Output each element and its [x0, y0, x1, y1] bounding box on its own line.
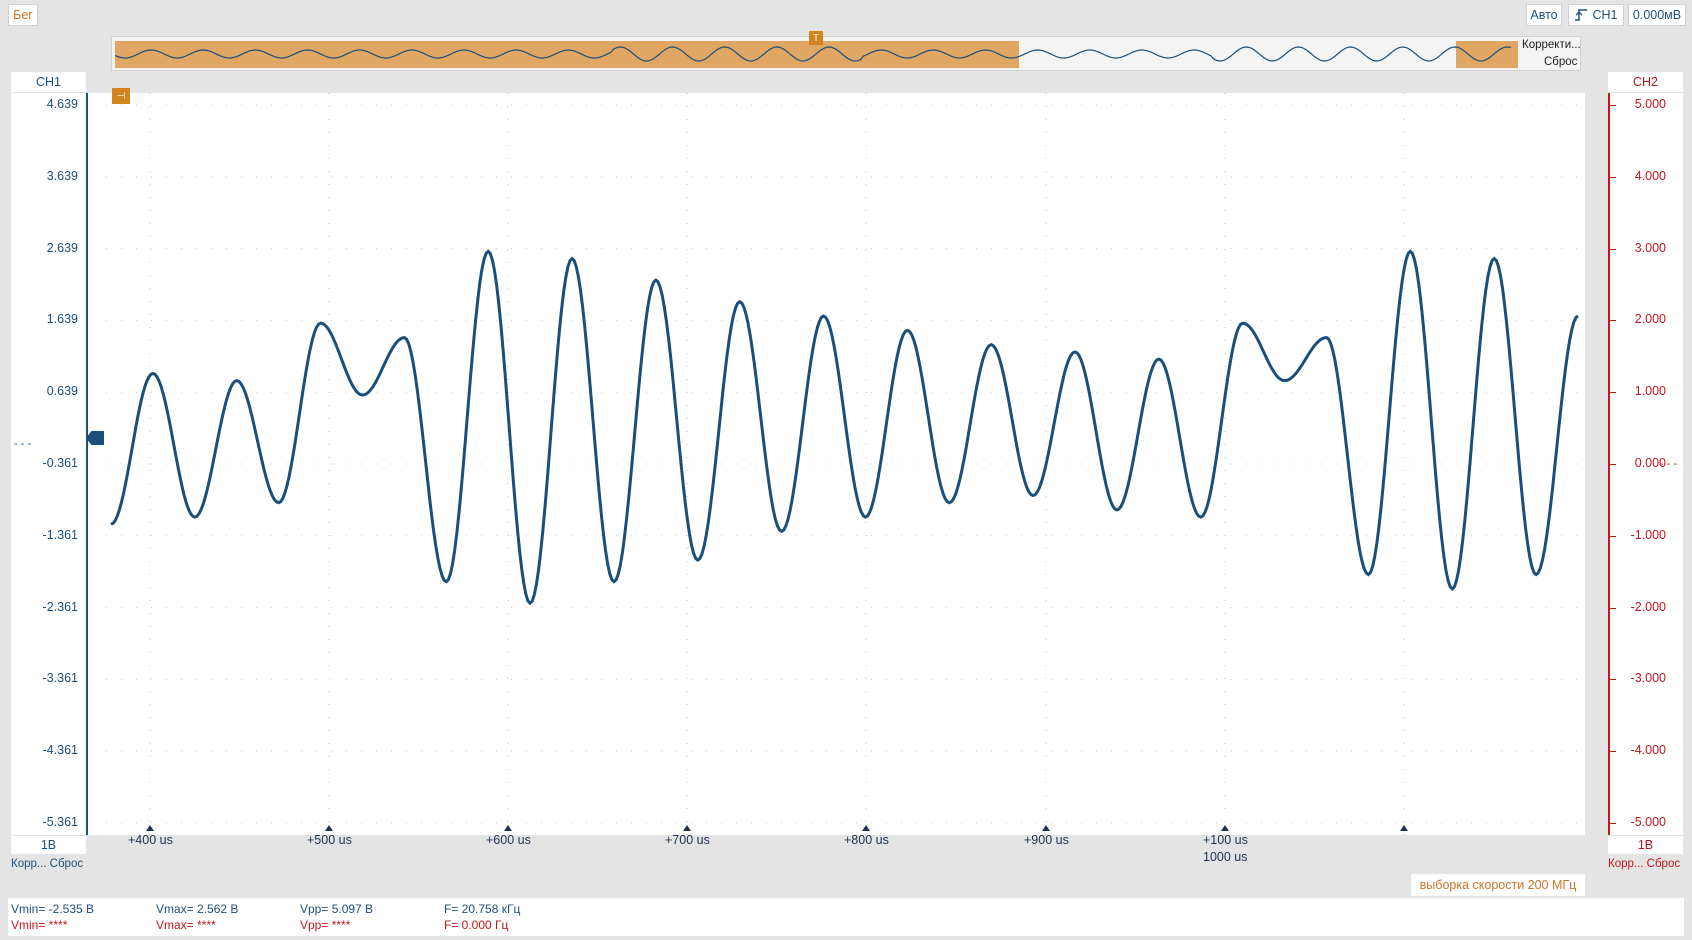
ch2-scale-label: 2.000	[1634, 312, 1666, 327]
ch2-scale-tick	[1610, 105, 1616, 106]
ch2-vpp: Vpp= ****	[300, 918, 351, 932]
time-tick-label: +700 us	[665, 833, 710, 847]
ch1-header[interactable]: CH1	[11, 72, 86, 92]
ch2-scale-label: 5.000	[1634, 97, 1666, 111]
ch1-scale-bar	[86, 93, 106, 835]
ch1-scale-label: -0.361	[42, 456, 78, 470]
ch2-offset-dash: - - -	[1660, 458, 1678, 470]
time-tick-marker	[504, 825, 512, 831]
ch2-bottom-buttons[interactable]: Корр... Сброс	[1608, 858, 1680, 870]
time-axis-center-label: 1000 us	[1203, 850, 1248, 864]
ch1-scale-label: -3.361	[42, 671, 78, 686]
ch1-scale-label: 1.639	[46, 312, 78, 327]
overview-viewport-right	[1456, 41, 1518, 68]
time-tick-label: +100 us	[1203, 833, 1248, 847]
ch1-scale-label: 0.639	[46, 384, 78, 399]
ch2-scale-tick	[1610, 679, 1616, 681]
plot-grid	[106, 93, 1585, 835]
ch1-vmax: Vmax= 2.562 В	[156, 902, 239, 916]
trigger-level-display[interactable]: 0.000мВ	[1628, 4, 1686, 26]
ch2-scale-label: 4.000	[1634, 168, 1666, 183]
trigger-source-button[interactable]: CH1	[1568, 4, 1624, 26]
ch2-scale-tick	[1610, 751, 1616, 753]
time-tick-marker	[1221, 825, 1229, 831]
ch1-scale-label: -4.361	[42, 743, 78, 758]
ch2-scale-tick	[1610, 320, 1616, 322]
run-status-indicator[interactable]: Бег	[8, 4, 38, 26]
ch2-scale-tick	[1610, 607, 1616, 609]
ch2-volts-per-div[interactable]: 1В	[1608, 836, 1683, 854]
time-tick-label: +500 us	[307, 833, 352, 847]
time-tick-marker	[683, 825, 691, 831]
rising-edge-icon	[1575, 9, 1588, 21]
ch1-bottom-buttons[interactable]: Корр... Сброс	[11, 858, 83, 870]
ch1-frequency: F= 20.758 кГц	[444, 902, 521, 916]
trigger-position-marker[interactable]: ⊣	[112, 88, 130, 104]
overview-waveform	[114, 41, 1518, 68]
ch2-scale-tick	[1610, 176, 1616, 178]
ch1-scale-label: 4.639	[46, 97, 78, 111]
ch2-scale-label: -5.000	[1630, 815, 1666, 829]
time-tick-label: +600 us	[486, 833, 531, 847]
ch2-scale-label: 0.000	[1634, 456, 1666, 470]
ch1-scale-label: -5.361	[42, 815, 78, 829]
overview-correct-button[interactable]: Корректи...	[1522, 39, 1581, 51]
ch2-scale-label: -3.000	[1630, 671, 1666, 686]
ch1-vmin: Vmin= -2.535 В	[11, 902, 95, 916]
ch1-trace	[110, 249, 1579, 606]
ch2-scale-tick	[1610, 823, 1616, 824]
trigger-source-label: CH1	[1592, 8, 1618, 22]
ch2-scale-tick	[1610, 535, 1616, 537]
ch2-scale-label: -2.000	[1630, 599, 1666, 614]
time-tick-marker	[1042, 825, 1050, 831]
ch1-scale-label: 2.639	[46, 240, 78, 255]
ch2-scale-tick	[1610, 464, 1616, 465]
ch1-scale-label: 3.639	[46, 168, 78, 183]
auto-mode-button[interactable]: Авто	[1526, 4, 1562, 26]
ch2-scale-label: 3.000	[1634, 240, 1666, 255]
ch2-scale-tick	[1610, 248, 1616, 250]
ch2-vmax: Vmax= ****	[156, 918, 216, 932]
measurements-panel: Vmin= -2.535 В Vmax= 2.562 В Vpp= 5.097 …	[8, 898, 1684, 936]
plot-area[interactable]: ⊣	[106, 88, 1585, 835]
ch2-scale-label: -1.000	[1630, 527, 1666, 542]
ch2-header[interactable]: CH2	[1608, 72, 1683, 92]
overview-reset-button[interactable]: Сброс	[1544, 56, 1577, 68]
ch2-scale-label: 1.000	[1634, 384, 1666, 399]
sample-rate-label: выборка скорости 200 МГц	[1411, 874, 1585, 896]
time-tick-label: +800 us	[844, 833, 889, 847]
time-tick-marker	[146, 825, 154, 831]
ch1-vpp: Vpp= 5.097 В	[300, 902, 374, 916]
time-tick-label: +400 us	[128, 833, 173, 847]
ch2-frequency: F= 0.000 Гц	[444, 918, 509, 932]
time-tick-marker	[325, 825, 333, 831]
ch1-scale-label: -2.361	[42, 599, 78, 614]
ch2-scale-label: -4.000	[1630, 743, 1666, 758]
time-tick-label: +900 us	[1024, 833, 1069, 847]
time-tick-marker	[862, 825, 870, 831]
ch1-scale-label: -1.361	[42, 527, 78, 542]
waveform-plot	[106, 93, 1585, 835]
ch1-volts-per-div[interactable]: 1В	[11, 836, 86, 854]
ch1-offset-dash: - - -	[14, 438, 32, 450]
overview-trigger-marker[interactable]: T	[809, 31, 823, 45]
ch2-scale-tick	[1610, 392, 1616, 394]
time-tick-marker	[1400, 825, 1408, 831]
ch2-vmin: Vmin= ****	[11, 918, 68, 932]
overview-viewport-left	[115, 41, 1019, 68]
overview-strip[interactable]: T Корректи... Сброс	[111, 31, 1581, 71]
